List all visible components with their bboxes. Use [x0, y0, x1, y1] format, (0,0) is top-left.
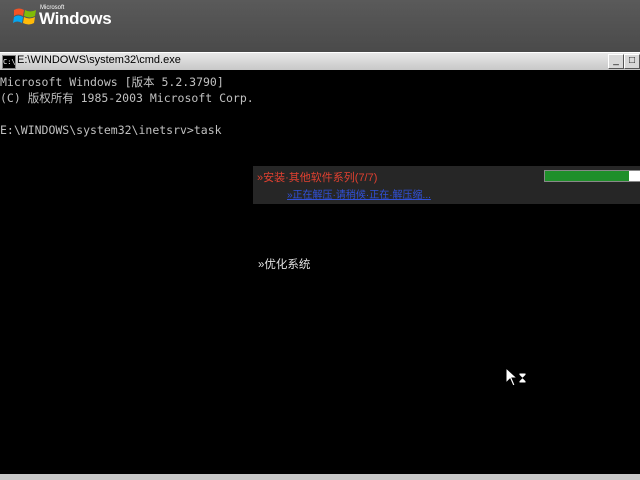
windows-flag-icon [13, 8, 36, 25]
cmd-icon[interactable]: C:\ [2, 55, 16, 69]
console-line: Microsoft Windows [版本 5.2.3790] [0, 75, 224, 89]
console-line: (C) 版权所有 1985-2003 Microsoft Corp. [0, 91, 254, 105]
console-output[interactable]: Microsoft Windows [版本 5.2.3790] (C) 版权所有 … [0, 74, 254, 138]
install-progress-panel: »安装·其他软件系列(7/7) »正在解压·请稍候·正在·解压缩... [253, 166, 640, 204]
install-step-item: »优化系统 [258, 259, 311, 271]
minimize-button[interactable]: _ [608, 54, 624, 69]
windows-logo: Microsoft Windows [13, 4, 123, 34]
maximize-icon: □ [628, 55, 636, 66]
minimize-icon: _ [613, 55, 619, 66]
windows-label: Windows [39, 9, 112, 28]
install-status-title: »安装·其他软件系列(7/7) [257, 172, 378, 184]
title-bar[interactable]: C:\ E:\WINDOWS\system32\cmd.exe _ □ [0, 52, 640, 70]
window-title: E:\WINDOWS\system32\cmd.exe [17, 54, 181, 66]
progress-bar-fill [545, 171, 629, 181]
top-banner: Microsoft Windows [0, 0, 640, 52]
install-status-detail: »正在解压·请稍候·正在·解压缩... [287, 190, 431, 201]
maximize-button[interactable]: □ [624, 54, 640, 69]
busy-cursor-icon [505, 367, 527, 387]
cmd-window[interactable]: C:\ E:\WINDOWS\system32\cmd.exe _ □ Micr… [0, 52, 640, 480]
console-prompt-line: E:\WINDOWS\system32\inetsrv>task [0, 123, 222, 137]
window-bottom-border [0, 474, 640, 480]
progress-bar [544, 170, 640, 182]
